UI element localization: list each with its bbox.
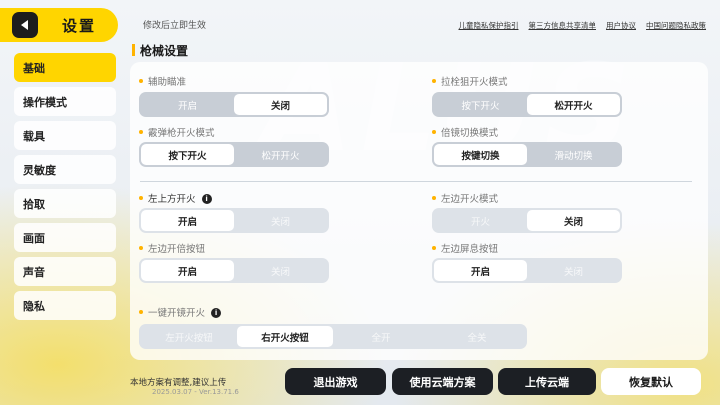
sidebar-item-graphics[interactable]: 画面: [14, 223, 116, 252]
sidebar-item-sensitivity[interactable]: 灵敏度: [14, 155, 116, 184]
left-lean-off[interactable]: 关闭: [234, 260, 327, 281]
sidebar-item-privacy[interactable]: 隐私: [14, 291, 116, 320]
version-text: 2025.03.07 - Ver.13.71.6: [152, 388, 239, 396]
sidebar-item-sound[interactable]: 声音: [14, 257, 116, 286]
left-fire-mode-fire[interactable]: 开火: [434, 210, 527, 231]
one-key-scope-right[interactable]: 右开火按钮: [237, 326, 333, 347]
upload-cloud-button[interactable]: 上传云端: [498, 368, 596, 395]
shotgun-fire-release[interactable]: 松开开火: [234, 144, 327, 165]
scope-switch-toggle: 按键切换 滑动切换: [432, 142, 622, 167]
left-lean-toggle: 开启 关闭: [139, 258, 329, 283]
top-left-fire-toggle: 开启 关闭: [139, 208, 329, 233]
left-fire-mode-toggle: 开火 关闭: [432, 208, 622, 233]
bolt-fire-label: 拉栓狙开火模式: [432, 74, 508, 88]
info-icon[interactable]: i: [211, 308, 222, 318]
scope-switch-slide[interactable]: 滑动切换: [527, 144, 620, 165]
bolt-fire-toggle: 按下开火 松开开火: [432, 92, 622, 117]
left-screen-on[interactable]: 开启: [434, 260, 527, 281]
aim-assist-on[interactable]: 开启: [141, 94, 234, 115]
scope-switch-key[interactable]: 按键切换: [434, 144, 527, 165]
one-key-scope-all-on[interactable]: 全开: [333, 326, 429, 347]
link-child-privacy[interactable]: 儿童隐私保护指引: [459, 20, 519, 31]
shotgun-fire-label: 霰弹枪开火模式: [139, 125, 215, 139]
back-arrow-icon: [21, 20, 28, 30]
top-left-fire-off[interactable]: 关闭: [234, 210, 327, 231]
upload-suggestion-note: 本地方案有调整,建议上传: [130, 378, 227, 388]
scope-switch-label: 倍镜切换模式: [432, 125, 498, 139]
top-left-fire-label-text: 左上方开火: [148, 194, 196, 205]
sidebar-title: 设置: [62, 16, 97, 35]
aim-assist-toggle: 开启 关闭: [139, 92, 329, 117]
left-lean-label: 左边开倍按钮: [139, 241, 205, 255]
sidebar-item-basic[interactable]: 基础: [14, 53, 116, 82]
top-left-fire-label: 左上方开火 i: [139, 191, 212, 205]
sidebar: 设置 基础 操作模式 载具 灵敏度 拾取 画面 声音 隐私: [0, 0, 120, 405]
left-screen-toggle: 开启 关闭: [432, 258, 622, 283]
sidebar-item-vehicle[interactable]: 载具: [14, 121, 116, 150]
left-fire-mode-label: 左边开火模式: [432, 191, 498, 205]
bolt-fire-press[interactable]: 按下开火: [434, 94, 527, 115]
shotgun-fire-press[interactable]: 按下开火: [141, 144, 234, 165]
sidebar-item-pickup[interactable]: 拾取: [14, 189, 116, 218]
use-cloud-plan-button[interactable]: 使用云端方案: [392, 368, 493, 395]
one-key-scope-left[interactable]: 左开火按钮: [141, 326, 237, 347]
apply-instantly-note: 修改后立即生效: [143, 21, 207, 31]
one-key-scope-toggle: 左开火按钮 右开火按钮 全开 全关: [139, 324, 527, 349]
top-links: 儿童隐私保护指引 第三方信息共享清单 用户协议 中国问题隐私政策: [459, 20, 707, 31]
top-left-fire-on[interactable]: 开启: [141, 210, 234, 231]
divider: [140, 181, 692, 182]
section-title: 枪械设置: [132, 42, 188, 59]
sidebar-item-control-mode[interactable]: 操作模式: [14, 87, 116, 116]
bolt-fire-release[interactable]: 松开开火: [527, 94, 620, 115]
link-user-agreement[interactable]: 用户协议: [606, 20, 636, 31]
one-key-scope-label: 一键开镜开火 i: [139, 305, 222, 319]
one-key-scope-all-off[interactable]: 全关: [429, 326, 525, 347]
one-key-scope-label-text: 一键开镜开火: [148, 308, 206, 319]
left-screen-label: 左边屏息按钮: [432, 241, 498, 255]
left-lean-on[interactable]: 开启: [141, 260, 234, 281]
left-screen-off[interactable]: 关闭: [527, 260, 620, 281]
aim-assist-off[interactable]: 关闭: [234, 94, 327, 115]
link-privacy-policy[interactable]: 中国问题隐私政策: [646, 20, 706, 31]
link-third-party-list[interactable]: 第三方信息共享清单: [529, 20, 597, 31]
sidebar-header: 设置: [0, 8, 118, 42]
exit-game-button[interactable]: 退出游戏: [285, 368, 386, 395]
aim-assist-label: 辅助瞄准: [139, 74, 186, 88]
left-fire-mode-off[interactable]: 关闭: [527, 210, 620, 231]
back-button[interactable]: [12, 12, 38, 38]
shotgun-fire-toggle: 按下开火 松开开火: [139, 142, 329, 167]
restore-default-button[interactable]: 恢复默认: [601, 368, 701, 395]
info-icon[interactable]: i: [201, 194, 212, 204]
